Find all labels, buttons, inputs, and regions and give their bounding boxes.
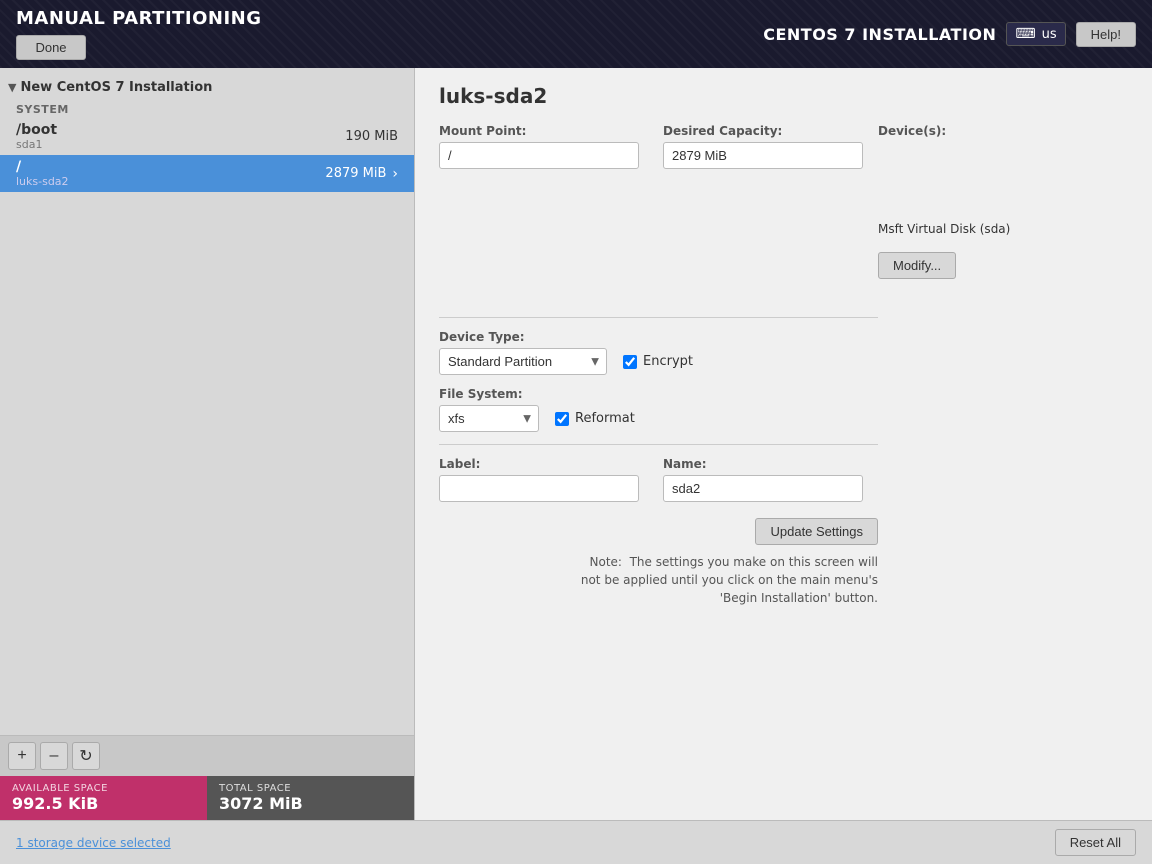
reset-all-button[interactable]: Reset All [1055, 829, 1136, 856]
label-label: Label: [439, 457, 639, 471]
available-space-label: AVAILABLE SPACE [12, 783, 195, 794]
help-button[interactable]: Help! [1076, 22, 1136, 47]
sidebar: ▼ New CentOS 7 Installation SYSTEM /boot… [0, 68, 415, 820]
chevron-down-icon: ▼ [8, 81, 16, 94]
mount-point-group: Mount Point: [439, 124, 639, 169]
sidebar-content: ▼ New CentOS 7 Installation SYSTEM /boot… [0, 68, 414, 735]
partition-boot-device: sda1 [16, 138, 57, 151]
note-text: Note: The settings you make on this scre… [439, 553, 878, 607]
partition-item-boot[interactable]: /boot sda1 190 MiB [0, 118, 414, 155]
total-space-value: 3072 MiB [219, 794, 402, 813]
header-left: MANUAL PARTITIONING Done [16, 8, 262, 60]
partition-boot-mount: /boot [16, 122, 57, 138]
space-bars: AVAILABLE SPACE 992.5 KiB TOTAL SPACE 30… [0, 776, 414, 820]
label-input[interactable] [439, 475, 639, 502]
encrypt-group: Encrypt [623, 354, 693, 369]
reformat-group: Reformat [555, 411, 635, 426]
partition-detail-title: luks-sda2 [439, 84, 1128, 108]
installation-group-label: New CentOS 7 Installation [20, 80, 212, 95]
page-title: MANUAL PARTITIONING [16, 8, 262, 29]
filesystem-row: xfs ext4 ext3 ext2 vfat swap ▼ Refor [439, 405, 878, 432]
partition-root-left: / luks-sda2 [16, 159, 69, 188]
device-type-row: Standard Partition LVM LVM Thin Provisio… [439, 348, 878, 375]
desired-capacity-group: Desired Capacity: [663, 124, 863, 169]
bottom-bar: 1 storage device selected Reset All [0, 820, 1152, 864]
form-area: Mount Point: Desired Capacity: Device Ty… [439, 124, 878, 607]
reformat-checkbox[interactable] [555, 412, 569, 426]
partition-boot-left: /boot sda1 [16, 122, 57, 151]
add-partition-button[interactable]: + [8, 742, 36, 770]
partition-root-mount: / [16, 159, 69, 175]
name-label: Name: [663, 457, 863, 471]
modify-button[interactable]: Modify... [878, 252, 956, 279]
filesystem-section: File System: xfs ext4 ext3 ext2 vfat swa… [439, 387, 878, 432]
device-entry: Msft Virtual Disk (sda) [878, 222, 1128, 236]
available-space-bar: AVAILABLE SPACE 992.5 KiB [0, 776, 207, 820]
filesystem-select[interactable]: xfs ext4 ext3 ext2 vfat swap [439, 405, 539, 432]
keyboard-icon: ⌨ [1015, 26, 1035, 42]
name-group: Name: [663, 457, 863, 502]
divider-1 [439, 317, 878, 318]
keyboard-selector[interactable]: ⌨ us [1006, 22, 1065, 46]
mount-point-input[interactable] [439, 142, 639, 169]
refresh-button[interactable]: ↻ [72, 742, 100, 770]
encrypt-label: Encrypt [643, 354, 693, 369]
system-section-label: SYSTEM [0, 99, 414, 118]
device-name: Msft Virtual Disk (sda) [878, 222, 1010, 236]
device-type-select-wrapper: Standard Partition LVM LVM Thin Provisio… [439, 348, 607, 375]
device-type-section: Device Type: Standard Partition LVM LVM … [439, 330, 878, 375]
desired-capacity-label: Desired Capacity: [663, 124, 863, 138]
partition-root-device: luks-sda2 [16, 175, 69, 188]
label-group: Label: [439, 457, 639, 502]
done-button[interactable]: Done [16, 35, 86, 60]
label-name-row: Label: Name: [439, 457, 878, 502]
desired-capacity-input[interactable] [663, 142, 863, 169]
partition-boot-size: 190 MiB [345, 129, 398, 144]
divider-2 [439, 444, 878, 445]
reformat-label: Reformat [575, 411, 635, 426]
total-space-bar: TOTAL SPACE 3072 MiB [207, 776, 414, 820]
filesystem-select-wrapper: xfs ext4 ext3 ext2 vfat swap ▼ [439, 405, 539, 432]
partition-boot-right: 190 MiB [345, 129, 398, 144]
update-settings-button[interactable]: Update Settings [755, 518, 878, 545]
mount-point-label: Mount Point: [439, 124, 639, 138]
partition-root-size: 2879 MiB [325, 166, 386, 181]
centos-title: CENTOS 7 INSTALLATION [763, 25, 996, 44]
installation-group[interactable]: ▼ New CentOS 7 Installation [0, 76, 414, 99]
devices-area: Device(s): Msft Virtual Disk (sda) Modif… [878, 124, 1128, 607]
right-panel: luks-sda2 Mount Point: Desired Capacity: [415, 68, 1152, 820]
sidebar-toolbar: + – ↻ [0, 735, 414, 776]
keyboard-lang: us [1042, 27, 1057, 42]
partition-root-right: 2879 MiB › [325, 166, 398, 182]
encrypt-checkbox[interactable] [623, 355, 637, 369]
filesystem-label: File System: [439, 387, 878, 401]
total-space-label: TOTAL SPACE [219, 783, 402, 794]
header-right: CENTOS 7 INSTALLATION ⌨ us Help! [763, 22, 1136, 47]
partition-item-root[interactable]: / luks-sda2 2879 MiB › [0, 155, 414, 192]
available-space-value: 992.5 KiB [12, 794, 195, 813]
devices-label: Device(s): [878, 124, 1128, 138]
remove-partition-button[interactable]: – [40, 742, 68, 770]
name-input[interactable] [663, 475, 863, 502]
header: MANUAL PARTITIONING Done CENTOS 7 INSTAL… [0, 0, 1152, 68]
device-type-select[interactable]: Standard Partition LVM LVM Thin Provisio… [439, 348, 607, 375]
storage-device-link[interactable]: 1 storage device selected [16, 836, 171, 850]
chevron-right-icon: › [392, 166, 398, 182]
device-type-label: Device Type: [439, 330, 878, 344]
main-container: ▼ New CentOS 7 Installation SYSTEM /boot… [0, 68, 1152, 820]
